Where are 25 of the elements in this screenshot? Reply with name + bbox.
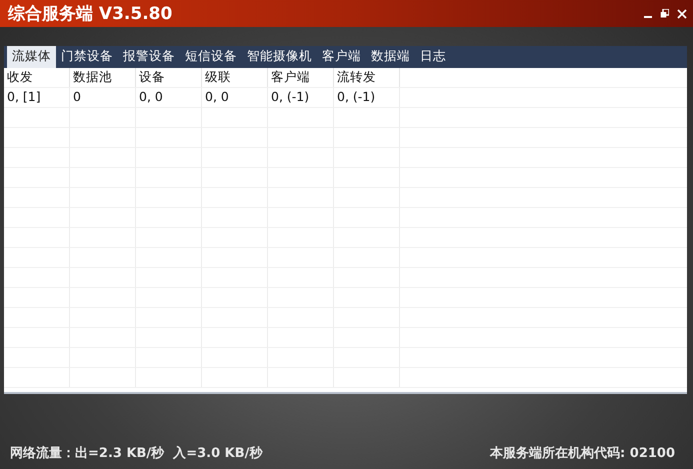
- table-cell: 0, 0: [202, 88, 268, 107]
- restore-icon[interactable]: [660, 9, 669, 18]
- table-cell: 0, 0: [136, 88, 202, 107]
- column-header[interactable]: 级联: [202, 68, 268, 87]
- tab[interactable]: 智能摄像机: [242, 46, 317, 68]
- table-cell: 0, (-1): [334, 88, 400, 107]
- tab[interactable]: 数据端: [366, 46, 415, 68]
- tab[interactable]: 报警设备: [118, 46, 180, 68]
- table-cell: 0, [1]: [4, 88, 70, 107]
- column-header[interactable]: 客户端: [268, 68, 334, 87]
- tab[interactable]: 门禁设备: [56, 46, 118, 68]
- column-header[interactable]: 收发: [4, 68, 70, 87]
- table-cell: 0: [70, 88, 136, 107]
- org-code: 本服务端所在机构代码: 02100: [490, 445, 675, 462]
- column-header[interactable]: 设备: [136, 68, 202, 87]
- tab[interactable]: 客户端: [317, 46, 366, 68]
- tab[interactable]: 日志: [415, 46, 451, 68]
- tab[interactable]: 流媒体: [7, 46, 56, 68]
- network-traffic: 网络流量：出=2.3 KB/秒 入=3.0 KB/秒: [10, 444, 262, 462]
- close-icon[interactable]: [677, 8, 687, 18]
- column-header[interactable]: 流转发: [334, 68, 400, 87]
- column-header[interactable]: 数据池: [70, 68, 136, 87]
- table-cell: 0, (-1): [268, 88, 334, 107]
- window-title: 综合服务端 V3.5.80: [8, 3, 174, 25]
- tab[interactable]: 短信设备: [180, 46, 242, 68]
